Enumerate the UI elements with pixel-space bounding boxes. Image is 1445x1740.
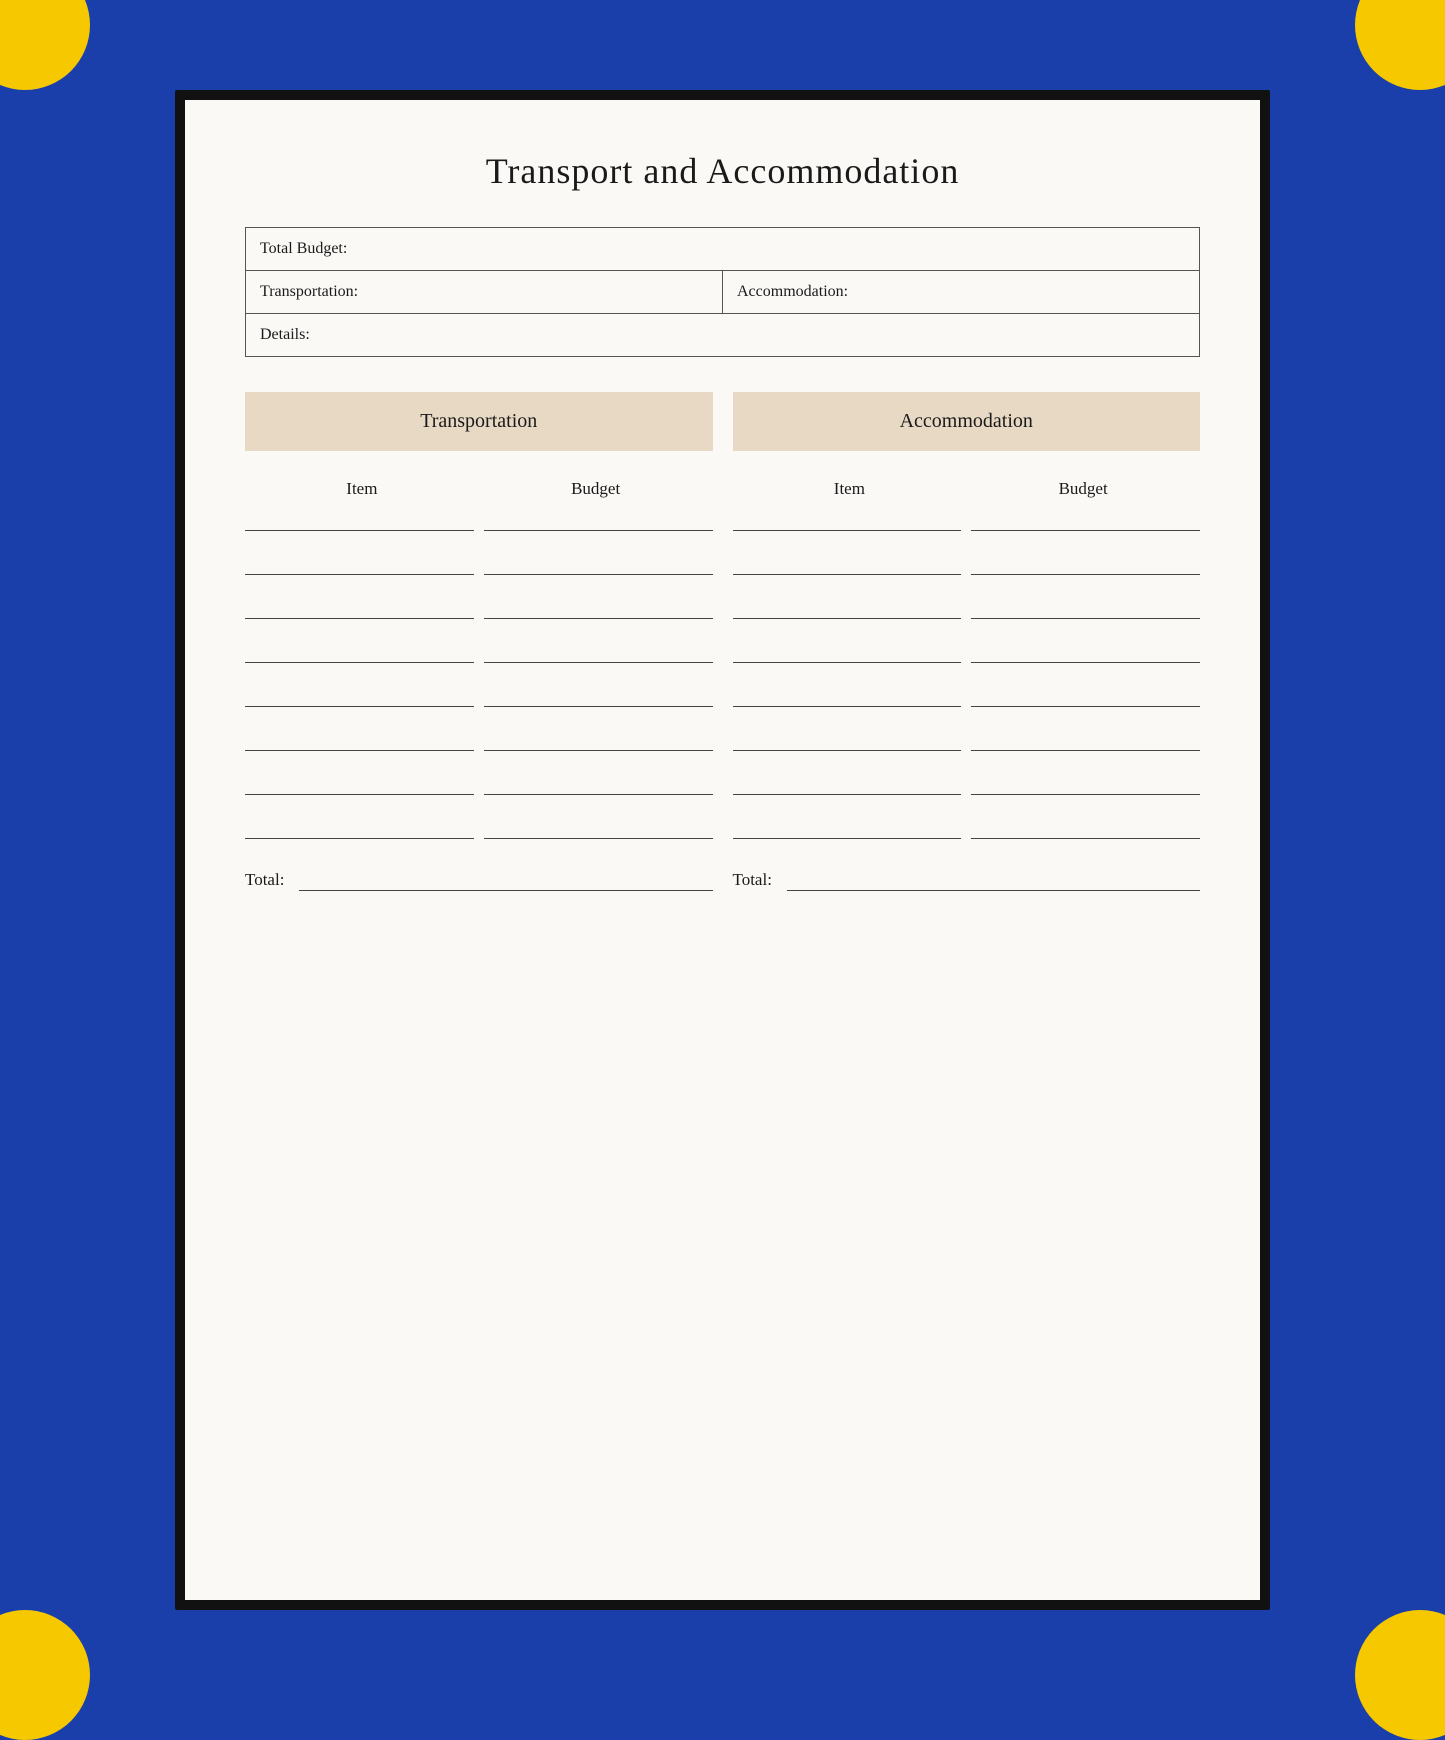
accommodation-row-1 — [733, 509, 1201, 531]
total-row: Total: Total: — [245, 869, 1200, 891]
transport-row-8 — [245, 817, 713, 839]
transport-row-7 — [245, 773, 713, 795]
accommodation-item-4[interactable] — [733, 641, 962, 663]
summary-table: Total Budget: Transportation: Accommodat… — [245, 227, 1200, 357]
transport-row-3 — [245, 597, 713, 619]
transport-row-6 — [245, 729, 713, 751]
accommodation-row-4 — [733, 641, 1201, 663]
budget2-col-header: Budget — [966, 479, 1200, 499]
transport-col-headers: Item Budget — [245, 479, 713, 499]
accommodation-row-2 — [733, 553, 1201, 575]
transport-budget-6[interactable] — [484, 729, 713, 751]
transport-total-section: Total: — [245, 869, 713, 891]
transport-budget-2[interactable] — [484, 553, 713, 575]
details-row: Details: — [246, 314, 1200, 357]
transport-row-5 — [245, 685, 713, 707]
total-budget-cell: Total Budget: — [246, 228, 1200, 271]
transport-accommodation-row: Transportation: Accommodation: — [246, 271, 1200, 314]
transport-item-3[interactable] — [245, 597, 474, 619]
data-row-1 — [245, 509, 1200, 531]
accommodation-row-8 — [733, 817, 1201, 839]
item-col-header: Item — [245, 479, 479, 499]
transport-item-4[interactable] — [245, 641, 474, 663]
accommodation-item-6[interactable] — [733, 729, 962, 751]
document-content: Transport and Accommodation Total Budget… — [185, 100, 1260, 1600]
transport-item-6[interactable] — [245, 729, 474, 751]
transport-budget-7[interactable] — [484, 773, 713, 795]
accommodation-total-section: Total: — [733, 869, 1201, 891]
accommodation-row-3 — [733, 597, 1201, 619]
corner-decoration-bl — [0, 1610, 90, 1740]
page-title: Transport and Accommodation — [245, 150, 1200, 192]
data-row-4 — [245, 641, 1200, 663]
accommodation-total-label: Total: — [733, 870, 772, 890]
accommodation-col-headers: Item Budget — [733, 479, 1201, 499]
accommodation-row-5 — [733, 685, 1201, 707]
details-cell: Details: — [246, 314, 1200, 357]
transport-total-line[interactable] — [299, 869, 712, 891]
transport-item-1[interactable] — [245, 509, 474, 531]
accommodation-item-1[interactable] — [733, 509, 962, 531]
transport-budget-3[interactable] — [484, 597, 713, 619]
accommodation-row-6 — [733, 729, 1201, 751]
corner-decoration-tr — [1355, 0, 1445, 90]
accommodation-item-8[interactable] — [733, 817, 962, 839]
item2-col-header: Item — [733, 479, 967, 499]
data-row-3 — [245, 597, 1200, 619]
data-row-6 — [245, 729, 1200, 751]
accommodation-total-line[interactable] — [787, 869, 1200, 891]
accommodation-budget-1[interactable] — [971, 509, 1200, 531]
data-row-8 — [245, 817, 1200, 839]
data-row-5 — [245, 685, 1200, 707]
transport-budget-1[interactable] — [484, 509, 713, 531]
transport-item-8[interactable] — [245, 817, 474, 839]
data-row-7 — [245, 773, 1200, 795]
transportation-cell: Transportation: — [246, 271, 723, 314]
transport-budget-8[interactable] — [484, 817, 713, 839]
transport-item-2[interactable] — [245, 553, 474, 575]
data-rows-container — [245, 509, 1200, 861]
data-row-2 — [245, 553, 1200, 575]
total-budget-row: Total Budget: — [246, 228, 1200, 271]
transport-budget-5[interactable] — [484, 685, 713, 707]
corner-decoration-br — [1355, 1610, 1445, 1740]
accommodation-item-3[interactable] — [733, 597, 962, 619]
accommodation-cell: Accommodation: — [723, 271, 1200, 314]
column-headers: Item Budget Item Budget — [245, 479, 1200, 499]
transport-row-2 — [245, 553, 713, 575]
accommodation-item-7[interactable] — [733, 773, 962, 795]
accommodation-budget-7[interactable] — [971, 773, 1200, 795]
accommodation-budget-4[interactable] — [971, 641, 1200, 663]
budget-col-header: Budget — [479, 479, 713, 499]
accommodation-item-2[interactable] — [733, 553, 962, 575]
transport-item-5[interactable] — [245, 685, 474, 707]
accommodation-button[interactable]: Accommodation — [733, 392, 1201, 451]
section-buttons: Transportation Accommodation — [245, 392, 1200, 451]
transport-budget-4[interactable] — [484, 641, 713, 663]
corner-decoration-tl — [0, 0, 90, 90]
transport-total-label: Total: — [245, 870, 284, 890]
transport-row-1 — [245, 509, 713, 531]
accommodation-budget-2[interactable] — [971, 553, 1200, 575]
accommodation-budget-3[interactable] — [971, 597, 1200, 619]
accommodation-budget-6[interactable] — [971, 729, 1200, 751]
accommodation-row-7 — [733, 773, 1201, 795]
accommodation-budget-5[interactable] — [971, 685, 1200, 707]
transportation-button[interactable]: Transportation — [245, 392, 713, 451]
accommodation-item-5[interactable] — [733, 685, 962, 707]
transport-item-7[interactable] — [245, 773, 474, 795]
accommodation-budget-8[interactable] — [971, 817, 1200, 839]
transport-row-4 — [245, 641, 713, 663]
